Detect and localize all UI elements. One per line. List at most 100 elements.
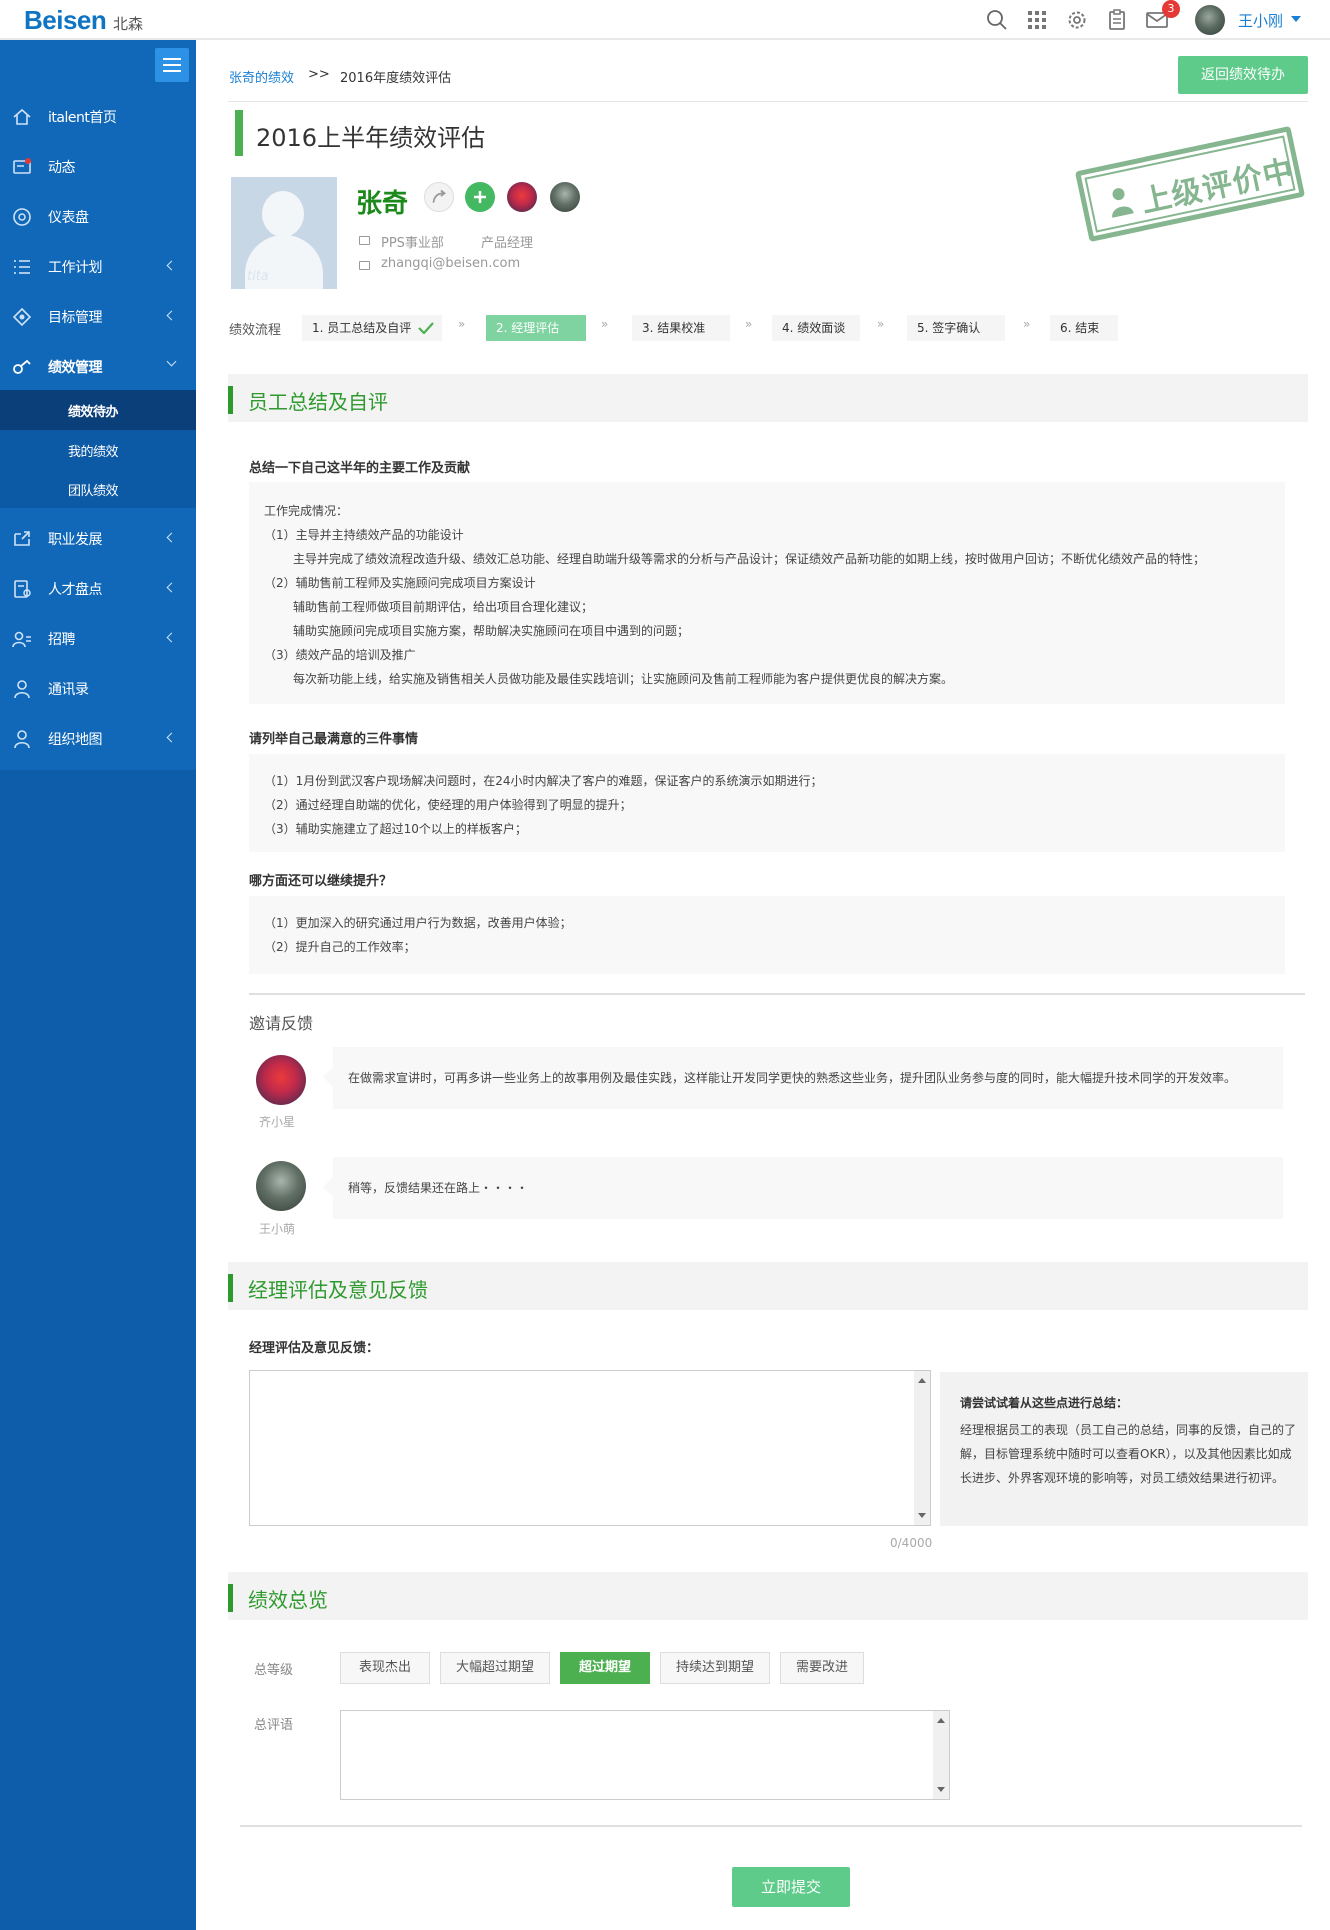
sidebar-item-label: 人才盘点 (48, 582, 103, 598)
sidebar-item-label: 绩效管理 (48, 360, 103, 376)
feedback-avatar (256, 1055, 306, 1105)
back-to-todo-button[interactable]: 返回绩效待办 (1178, 56, 1308, 94)
sidebar-item-career[interactable]: 职业发展 (0, 514, 196, 564)
level-option-needs-improvement[interactable]: 需要改进 (780, 1652, 864, 1684)
section-header-overview: 绩效总览 (228, 1572, 1308, 1620)
subnav-item-team-performance[interactable]: 团队绩效 (0, 469, 196, 509)
level-option-meets[interactable]: 持续达到期望 (660, 1652, 770, 1684)
talent-icon (14, 580, 31, 598)
sidebar-item-talent[interactable]: 人才盘点 (0, 564, 196, 614)
tip-box: 请尝试试着从这些点进行总结： 经理根据员工的表现（员工自己的总结，同事的反馈，自… (940, 1372, 1308, 1526)
search-icon[interactable] (985, 8, 1009, 32)
manager-eval-label: 经理评估及意见反馈： (249, 1341, 380, 1356)
feedback-name: 王小萌 (259, 1222, 296, 1236)
add-reviewer-icon[interactable] (465, 182, 495, 212)
answer-2: （1）1月份到武汉客户现场解决问题时，在24小时内解决了客户的难题，保证客户的系… (249, 754, 1285, 852)
sidebar-item-label: italent首页 (48, 110, 117, 126)
step-3[interactable]: 3. 结果校准 (632, 315, 730, 341)
title-accent-bar (235, 110, 243, 156)
performance-submenu: 绩效待办 我的绩效 团队绩效 (0, 390, 196, 508)
share-icon[interactable] (424, 182, 454, 212)
subnav-item-todo[interactable]: 绩效待办 (0, 390, 196, 430)
sidebar-item-home[interactable]: italent首页 (0, 92, 196, 142)
career-icon (14, 531, 30, 546)
sidebar-item-contacts[interactable]: 通讯录 (0, 664, 196, 714)
step-2[interactable]: 2. 经理评估 (486, 315, 586, 341)
avatar-watermark: tita (247, 269, 269, 284)
sidebar-item-goals[interactable]: 目标管理 (0, 292, 196, 342)
chevron-left-icon (166, 532, 177, 543)
target-icon (12, 307, 32, 327)
top-bar: Beisen 北森 3 王小刚 (0, 0, 1330, 40)
list-icon (14, 260, 30, 274)
page-title: 2016上半年绩效评估 (256, 124, 486, 152)
logo[interactable]: Beisen (24, 5, 107, 36)
employee-email[interactable]: zhangqi@beisen.com (381, 256, 520, 271)
manager-eval-textarea[interactable] (249, 1370, 931, 1526)
step-5[interactable]: 5. 签字确认 (907, 315, 1005, 341)
apps-grid-icon[interactable] (1025, 8, 1049, 32)
step-4[interactable]: 4. 绩效面谈 (772, 315, 860, 341)
recruit-icon (12, 631, 31, 648)
sidebar-menu: italent首页 动态 仪表盘 工作计划 目标管理 绩效管理 绩效待办 我的绩… (0, 40, 196, 770)
feedback-title: 邀请反馈 (249, 1014, 314, 1033)
overall-comment-textarea[interactable] (340, 1710, 950, 1800)
performance-icon (13, 359, 31, 374)
feedback-avatar (256, 1161, 306, 1211)
step-1[interactable]: 1. 员工总结及自评 (302, 315, 442, 341)
sidebar-item-label: 职业发展 (48, 532, 103, 548)
bottom-divider (240, 1825, 1302, 1827)
process-label: 绩效流程 (229, 323, 282, 338)
logo-subtitle: 北森 (113, 15, 144, 33)
chevron-down-icon[interactable] (1291, 16, 1301, 22)
sidebar-item-label: 目标管理 (48, 310, 103, 326)
overall-level-label: 总等级 (254, 1663, 294, 1678)
level-option-far-exceeds[interactable]: 大幅超过期望 (440, 1652, 550, 1684)
subnav-item-my-performance[interactable]: 我的绩效 (0, 430, 196, 470)
answer-1: 工作完成情况： （1）主导并主持绩效产品的功能设计 主导并完成了绩效流程改造升级… (249, 482, 1285, 704)
level-option-exceeds[interactable]: 超过期望 (560, 1652, 650, 1684)
question-2: 请列举自己最满意的三件事情 (249, 732, 419, 747)
employee-department: PPS事业部 (381, 236, 444, 251)
user-avatar[interactable] (1195, 5, 1225, 35)
sidebar-item-recruit[interactable]: 招聘 (0, 614, 196, 664)
contacts-icon (14, 680, 30, 699)
chevron-left-icon (166, 310, 177, 321)
overall-comment-label: 总评语 (254, 1718, 294, 1733)
scrollbar[interactable] (933, 1711, 949, 1799)
sidebar-item-performance[interactable]: 绩效管理 (0, 342, 196, 392)
home-icon (13, 108, 31, 125)
question-3: 哪方面还可以继续提升？ (249, 874, 393, 889)
chevron-left-icon (166, 732, 177, 743)
breadcrumb-current: 2016年度绩效评估 (340, 71, 452, 86)
reviewer-avatar[interactable] (507, 182, 537, 212)
reviewer-avatar[interactable] (550, 182, 580, 212)
org-map-icon (14, 730, 30, 749)
level-option-outstanding[interactable]: 表现杰出 (340, 1652, 430, 1684)
question-1: 总结一下自己这半年的主要工作及贡献 (249, 461, 471, 476)
chevron-left-icon (166, 632, 177, 643)
sidebar-item-org-map[interactable]: 组织地图 (0, 714, 196, 764)
breadcrumb-separator: >> (308, 67, 330, 82)
menu-toggle-icon[interactable] (155, 48, 189, 82)
notification-badge: 3 (1162, 0, 1180, 18)
sidebar-item-label: 招聘 (48, 632, 76, 648)
clipboard-icon[interactable] (1105, 8, 1129, 32)
breadcrumb-divider (228, 101, 1308, 102)
submit-button[interactable]: 立即提交 (732, 1867, 850, 1907)
sidebar-item-label: 仪表盘 (48, 210, 89, 226)
char-counter: 0/4000 (890, 1536, 933, 1550)
section-header-self-eval: 员工总结及自评 (228, 374, 1308, 422)
sidebar-item-feed[interactable]: 动态 (0, 142, 196, 192)
breadcrumb-root-link[interactable]: 张奇的绩效 (229, 67, 294, 86)
feedback-text: 在做需求宣讲时，可再多讲一些业务上的故事用例及最佳实践，这样能让开发同学更快的熟… (333, 1047, 1283, 1109)
sidebar: italent首页 动态 仪表盘 工作计划 目标管理 绩效管理 绩效待办 我的绩… (0, 40, 196, 1930)
settings-icon[interactable] (1065, 8, 1089, 32)
scrollbar[interactable] (914, 1371, 930, 1525)
user-name[interactable]: 王小刚 (1238, 10, 1283, 31)
step-6[interactable]: 6. 结束 (1050, 315, 1118, 341)
sidebar-item-dashboard[interactable]: 仪表盘 (0, 192, 196, 242)
answer-3: （1）更加深入的研究通过用户行为数据，改善用户体验； （2）提升自己的工作效率； (249, 896, 1285, 974)
sidebar-item-work-plan[interactable]: 工作计划 (0, 242, 196, 292)
sidebar-item-label: 组织地图 (48, 732, 103, 748)
